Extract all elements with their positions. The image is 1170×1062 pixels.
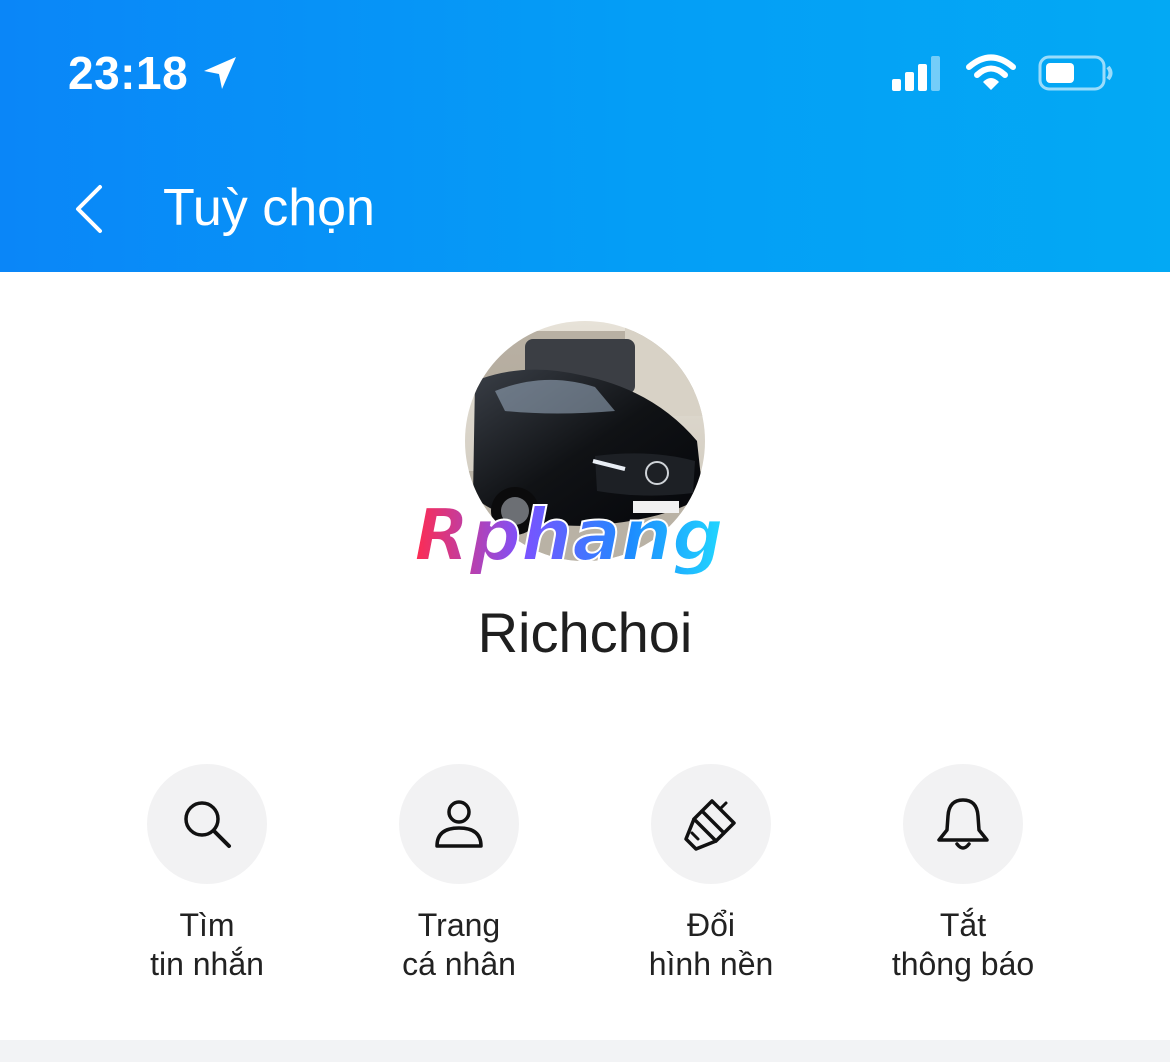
back-button[interactable] bbox=[62, 178, 114, 240]
user-icon bbox=[435, 800, 483, 848]
battery-icon bbox=[1038, 55, 1113, 91]
quick-actions: Tìm tin nhắn Trang cá nhân Đổi hình nền … bbox=[0, 764, 1170, 1004]
profile-action-circle bbox=[399, 764, 519, 884]
search-messages-button[interactable]: Tìm tin nhắn bbox=[81, 764, 333, 984]
profile-page-button[interactable]: Trang cá nhân bbox=[333, 764, 585, 984]
profile-name: Richchoi bbox=[477, 601, 693, 664]
status-bar-icons bbox=[892, 54, 1114, 92]
section-divider bbox=[0, 1040, 1170, 1062]
cellular-signal-icon bbox=[892, 56, 940, 91]
time-text: 23:18 bbox=[68, 47, 189, 99]
svg-text:Rphang: Rphang bbox=[414, 493, 724, 577]
mute-notifications-label: Tắt thông báo bbox=[891, 907, 1035, 982]
location-arrow-icon bbox=[204, 57, 237, 89]
mute-notifications-button[interactable]: Tắt thông báo bbox=[837, 764, 1089, 984]
profile-page-label: Trang cá nhân bbox=[402, 907, 516, 982]
search-icon bbox=[184, 801, 231, 848]
page-title: Tuỳ chọn bbox=[163, 179, 375, 237]
background-action-circle bbox=[651, 764, 771, 884]
watermark-logo: Rphang bbox=[413, 492, 725, 578]
change-background-label: Đổi hình nền bbox=[648, 907, 774, 982]
search-messages-label: Tìm tin nhắn bbox=[150, 907, 264, 982]
change-background-button[interactable]: Đổi hình nền bbox=[585, 764, 837, 984]
wifi-icon bbox=[966, 54, 1016, 90]
search-action-circle bbox=[147, 764, 267, 884]
bell-icon bbox=[937, 798, 989, 850]
status-bar-time: 23:18 bbox=[68, 46, 240, 100]
notifications-action-circle bbox=[903, 764, 1023, 884]
chevron-left-icon bbox=[76, 185, 102, 233]
paintbrush-icon bbox=[684, 799, 736, 851]
options-content: Rphang Richchoi Tìm tin nhắn Trang cá nh… bbox=[0, 272, 1170, 1062]
header: 23:18 Tuỳ chọn bbox=[0, 0, 1170, 272]
